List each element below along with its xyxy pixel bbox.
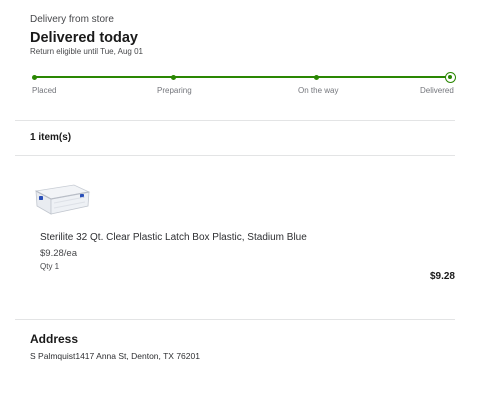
return-eligibility-note: Return eligible until Tue, Aug 01 [30,47,143,56]
plastic-storage-box-image[interactable] [30,183,92,217]
order-details-panel: Delivery from store Delivered today Retu… [0,0,500,404]
section-divider [15,319,455,320]
order-status-title: Delivered today [30,30,138,46]
tracker-dot-preparing [171,74,176,80]
address-heading: Address [30,332,79,346]
tracker-dot-on-the-way [314,74,319,80]
unit-price: $9.28/ea [40,248,77,259]
tracker-dot-delivered-current [445,71,456,83]
items-count-heading: 1 item(s) [30,132,72,143]
delivery-address: S Palmquist1417 Anna St, Denton, TX 7620… [30,351,200,361]
fulfillment-mode: Delivery from store [30,14,114,25]
tracker-label-on-the-way: On the way [298,86,339,95]
tracker-label-delivered: Delivered [420,86,454,95]
item-line-total: $9.28 [429,271,455,282]
tracker-label-placed: Placed [32,86,57,95]
item-quantity: Qty 1 [40,262,60,271]
tracker-dot-placed [32,74,37,80]
section-divider [15,120,455,121]
product-name-link[interactable]: Sterilite 32 Qt. Clear Plastic Latch Box… [40,232,307,243]
tracker-label-preparing: Preparing [157,86,192,95]
tracker-line [35,76,450,78]
section-divider [15,155,455,156]
